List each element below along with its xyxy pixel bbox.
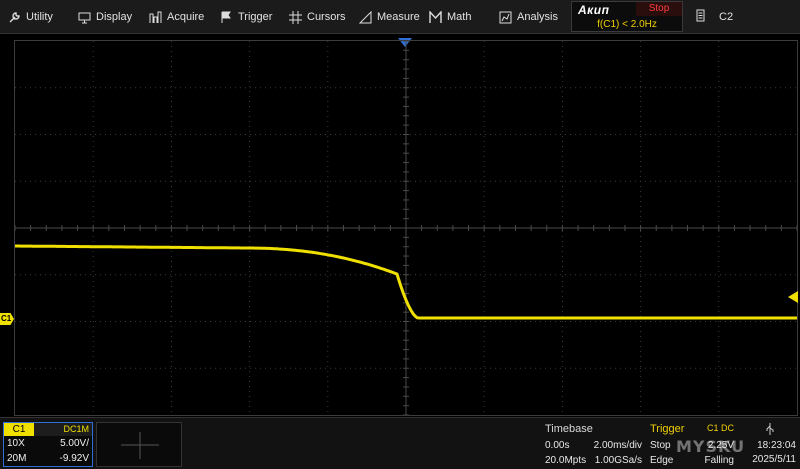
menu-math-label: Math bbox=[447, 11, 472, 23]
trigger-title: Trigger bbox=[650, 423, 685, 435]
trigger-type: Edge bbox=[650, 455, 674, 466]
channel-1-panel[interactable]: C1 DC1M 10X 5.00V/ 20M -9.92V bbox=[3, 422, 93, 467]
waveform-display[interactable] bbox=[14, 40, 798, 416]
menu-trigger-label: Trigger bbox=[238, 11, 273, 23]
trigger-level-marker[interactable] bbox=[786, 291, 798, 303]
menu-utility-label: Utility bbox=[26, 11, 53, 23]
cursors-icon bbox=[289, 10, 302, 24]
timebase-sample-rate: 1.00GSa/s bbox=[594, 455, 642, 466]
menu-cursors[interactable]: Cursors bbox=[289, 0, 346, 34]
menu-acquire[interactable]: Acquire bbox=[149, 0, 204, 34]
menu-display[interactable]: Display bbox=[78, 0, 132, 34]
trigger-condition: f(C1) < 2.0Hz bbox=[597, 19, 657, 30]
channel-coupling: DC1M bbox=[63, 424, 89, 434]
timebase-delay: 0.00s bbox=[545, 440, 570, 451]
flag-icon bbox=[220, 11, 233, 24]
timebase-title: Timebase bbox=[545, 423, 593, 435]
channel-scale: 5.00V/ bbox=[60, 438, 89, 449]
menu-analysis-label: Analysis bbox=[517, 11, 558, 23]
timebase-scale: 2.00ms/div bbox=[593, 440, 642, 451]
menu-acquire-label: Acquire bbox=[167, 11, 205, 23]
system-info: 18:23:04 2025/5/11 bbox=[740, 421, 798, 468]
trigger-slope: Falling bbox=[704, 455, 734, 466]
channel-label: C1 bbox=[4, 423, 34, 436]
menu-display-label: Display bbox=[96, 11, 133, 23]
trigger-mode: Stop bbox=[650, 440, 671, 451]
channel-bandwidth: 20M bbox=[7, 453, 27, 464]
menu-measure-label: Measure bbox=[377, 11, 420, 23]
menu-cursors-label: Cursors bbox=[307, 11, 346, 23]
ch1-offset-marker[interactable]: C1 bbox=[0, 313, 14, 325]
ruler-icon bbox=[359, 10, 372, 24]
wrench-icon bbox=[8, 11, 21, 24]
watermark: MYSKU bbox=[676, 437, 746, 456]
menu-math[interactable]: Math bbox=[429, 0, 471, 34]
run-state-badge[interactable]: Stop bbox=[636, 2, 682, 16]
acquire-icon bbox=[149, 11, 162, 24]
system-date: 2025/5/11 bbox=[752, 454, 796, 465]
menu-analysis[interactable]: Analysis bbox=[499, 0, 558, 34]
plus-icon bbox=[121, 432, 159, 459]
add-channel-button[interactable] bbox=[96, 422, 182, 467]
timebase-panel[interactable]: Timebase 0.00s 2.00ms/div 20.0Mpts 1.00G… bbox=[542, 421, 644, 468]
menu-bar: Utility Display Acquire Trigger Cursors … bbox=[0, 0, 800, 34]
trigger-source: C1 DC bbox=[706, 423, 734, 433]
menu-measure[interactable]: Measure bbox=[359, 0, 420, 34]
timebase-memory-depth: 20.0Mpts bbox=[545, 455, 587, 466]
menu-utility[interactable]: Utility bbox=[8, 0, 53, 34]
channel-offset: -9.92V bbox=[59, 453, 89, 464]
c2-button[interactable]: C2 bbox=[694, 0, 733, 34]
monitor-icon bbox=[78, 11, 91, 24]
c2-label: C2 bbox=[719, 11, 734, 23]
graticule bbox=[15, 41, 797, 415]
usb-icon bbox=[766, 423, 774, 435]
analysis-icon bbox=[499, 11, 512, 24]
brand-logo: Акип bbox=[578, 3, 610, 17]
run-status-panel[interactable]: Акип Stop f(C1) < 2.0Hz bbox=[571, 1, 683, 32]
math-icon bbox=[429, 10, 442, 24]
menu-trigger[interactable]: Trigger bbox=[220, 0, 272, 34]
system-time: 18:23:04 bbox=[757, 440, 796, 451]
channel-probe: 10X bbox=[7, 438, 25, 449]
document-icon bbox=[694, 9, 707, 25]
